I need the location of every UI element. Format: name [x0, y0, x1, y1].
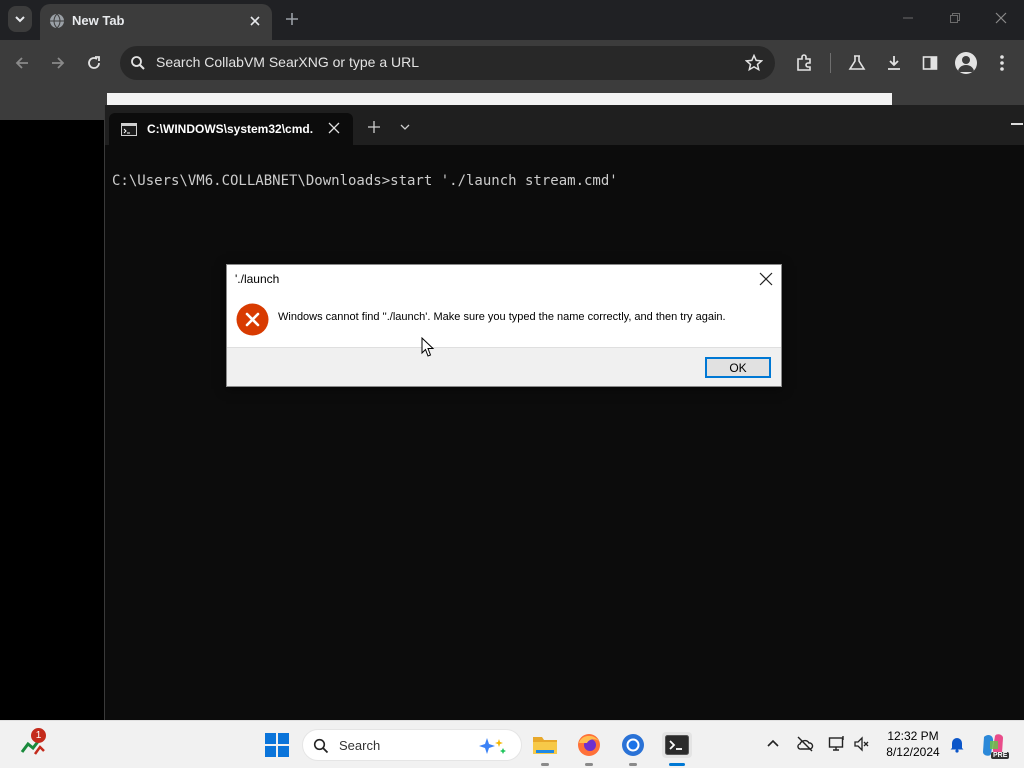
- chevron-down-icon[interactable]: [399, 123, 411, 131]
- arrow-right-icon: [52, 57, 65, 69]
- explorer-running-indicator: [541, 763, 549, 766]
- chevron-down-icon: [15, 16, 25, 23]
- dialog-message: Windows cannot find ''./launch'. Make su…: [278, 311, 726, 323]
- downloads-button[interactable]: [883, 52, 905, 74]
- background-window-edge: [107, 93, 892, 105]
- address-bar-text: Search CollabVM SearXNG or type a URL: [156, 54, 419, 70]
- network-icon[interactable]: [828, 735, 846, 753]
- browser-toolbar: Search CollabVM SearXNG or type a URL: [0, 40, 1024, 86]
- close-icon[interactable]: [759, 272, 773, 286]
- puzzle-icon: [797, 54, 811, 71]
- browser-tab-new-tab[interactable]: New Tab: [40, 4, 272, 40]
- minimize-button[interactable]: [898, 8, 918, 28]
- side-panel-button[interactable]: [919, 52, 941, 74]
- dialog-footer: OK: [227, 347, 781, 386]
- reload-button[interactable]: [83, 52, 105, 74]
- file-explorer-button[interactable]: [532, 732, 558, 758]
- restore-button[interactable]: [945, 8, 965, 28]
- reload-icon: [88, 56, 100, 69]
- terminal-tab-cmd[interactable]: C:\WINDOWS\system32\cmd.: [109, 113, 353, 145]
- arrow-left-icon: [15, 57, 28, 69]
- terminal-icon: [665, 735, 689, 755]
- browser-tabstrip: New Tab: [0, 0, 1024, 40]
- profile-avatar[interactable]: [955, 52, 977, 74]
- terminal-minimize-button[interactable]: [1011, 123, 1023, 125]
- mouse-cursor-icon: [421, 337, 435, 357]
- close-icon: [995, 12, 1007, 24]
- close-icon[interactable]: [327, 121, 341, 135]
- more-vertical-icon: [1000, 55, 1004, 71]
- globe-icon: [50, 13, 64, 29]
- dialog-title: './launch: [235, 272, 280, 286]
- ok-button[interactable]: OK: [705, 357, 771, 378]
- clock-time: 12:32 PM: [887, 729, 939, 743]
- terminal-command-line: C:\Users\VM6.COLLABNET\Downloads>start '…: [112, 173, 618, 189]
- chrome-running-indicator: [629, 763, 637, 766]
- firefox-running-indicator: [585, 763, 593, 766]
- error-dialog: './launch Windows cannot find ''./launch…: [226, 264, 782, 387]
- desktop: New Tab Search CollabVM SearXNG or type …: [0, 0, 1024, 768]
- restore-icon: [950, 13, 960, 23]
- minimize-icon: [903, 17, 913, 19]
- notification-bell-icon[interactable]: [948, 735, 966, 753]
- flask-icon: [848, 55, 866, 70]
- error-x-icon: [236, 303, 269, 336]
- windows-logo-icon: [265, 733, 289, 757]
- labs-button[interactable]: [846, 52, 868, 74]
- copilot-sparkle-icon: [479, 738, 506, 754]
- firefox-icon: [578, 734, 600, 756]
- close-icon: [250, 16, 260, 26]
- plus-icon[interactable]: [367, 120, 381, 134]
- browser-page: [0, 120, 104, 720]
- taskbar-search[interactable]: Search: [302, 729, 522, 761]
- chevron-up-icon[interactable]: [764, 735, 782, 753]
- terminal-window: C:\WINDOWS\system32\cmd. C:\Users\VM6.CO…: [104, 105, 1024, 720]
- folder-icon: [533, 737, 557, 754]
- tab-close-button[interactable]: [246, 12, 264, 30]
- firefox-button[interactable]: [576, 732, 602, 758]
- tab-title: New Tab: [72, 13, 125, 28]
- terminal-tab-title: C:\WINDOWS\system32\cmd.: [147, 122, 314, 136]
- plus-icon: [286, 13, 298, 25]
- bookmark-star-icon[interactable]: [745, 54, 763, 72]
- cloud-off-icon[interactable]: [796, 735, 814, 753]
- widgets-badge: 1: [31, 728, 46, 743]
- browser-menu-button[interactable]: [991, 52, 1013, 74]
- clock-date: 8/12/2024: [886, 745, 940, 759]
- download-icon: [888, 56, 900, 70]
- back-button[interactable]: [11, 52, 33, 74]
- address-bar[interactable]: Search CollabVM SearXNG or type a URL: [120, 46, 775, 80]
- extensions-button[interactable]: [793, 52, 815, 74]
- person-icon: [958, 56, 974, 72]
- search-label: Search: [339, 738, 381, 753]
- search-icon: [131, 56, 145, 70]
- tab-search-button[interactable]: [8, 6, 32, 32]
- toolbar-separator: [830, 53, 831, 73]
- search-icon: [313, 738, 329, 754]
- start-button[interactable]: [264, 732, 290, 758]
- system-clock[interactable]: 12:32 PM 8/12/2024: [880, 728, 946, 760]
- terminal-taskbar-button[interactable]: [662, 732, 692, 758]
- taskbar: 1 Search 12:32 PM 8/12/2024 PRE: [0, 720, 1024, 768]
- terminal-active-indicator: [669, 763, 685, 766]
- terminal-titlebar: C:\WINDOWS\system32\cmd.: [105, 105, 1024, 145]
- new-tab-button[interactable]: [282, 9, 302, 29]
- copilot-pre-badge: PRE: [991, 752, 1010, 759]
- close-window-button[interactable]: [991, 8, 1011, 28]
- forward-button[interactable]: [47, 52, 69, 74]
- chrome-icon: [622, 734, 644, 756]
- side-panel-icon: [922, 56, 938, 70]
- chrome-button[interactable]: [620, 732, 646, 758]
- volume-muted-icon[interactable]: [853, 735, 871, 753]
- cmd-icon: [121, 123, 137, 136]
